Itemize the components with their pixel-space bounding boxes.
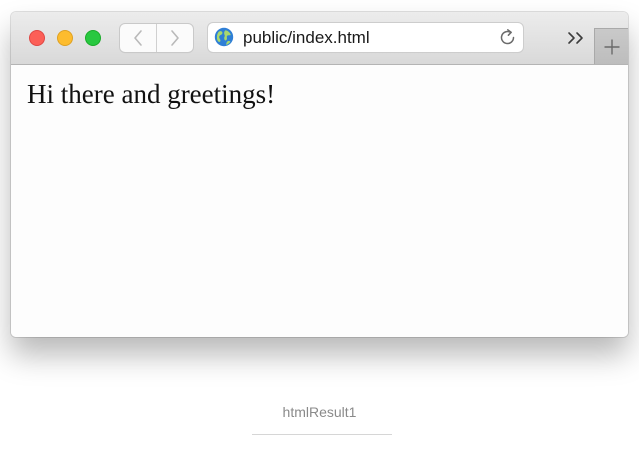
chevron-right-icon (171, 30, 179, 46)
window-close-button[interactable] (29, 30, 45, 46)
caption-divider (252, 434, 392, 435)
double-chevron-right-icon[interactable] (566, 28, 588, 48)
plus-icon (604, 39, 619, 54)
chevron-left-icon (134, 30, 142, 46)
new-tab-button[interactable] (594, 28, 628, 64)
navigation-buttons (120, 24, 193, 52)
browser-window: public/index.html Hi there and greetings… (11, 12, 628, 337)
back-button[interactable] (120, 24, 156, 52)
forward-button[interactable] (156, 24, 193, 52)
url-text[interactable]: public/index.html (243, 28, 370, 47)
page-content: Hi there and greetings! (11, 65, 628, 337)
address-bar[interactable]: public/index.html (208, 23, 523, 52)
window-minimize-button[interactable] (57, 30, 73, 46)
page-heading: Hi there and greetings! (27, 79, 276, 109)
window-maximize-button[interactable] (85, 30, 101, 46)
result-caption: htmlResult1 (282, 404, 357, 420)
reload-icon[interactable] (498, 28, 517, 47)
globe-icon (214, 27, 234, 47)
browser-toolbar: public/index.html (11, 12, 628, 65)
